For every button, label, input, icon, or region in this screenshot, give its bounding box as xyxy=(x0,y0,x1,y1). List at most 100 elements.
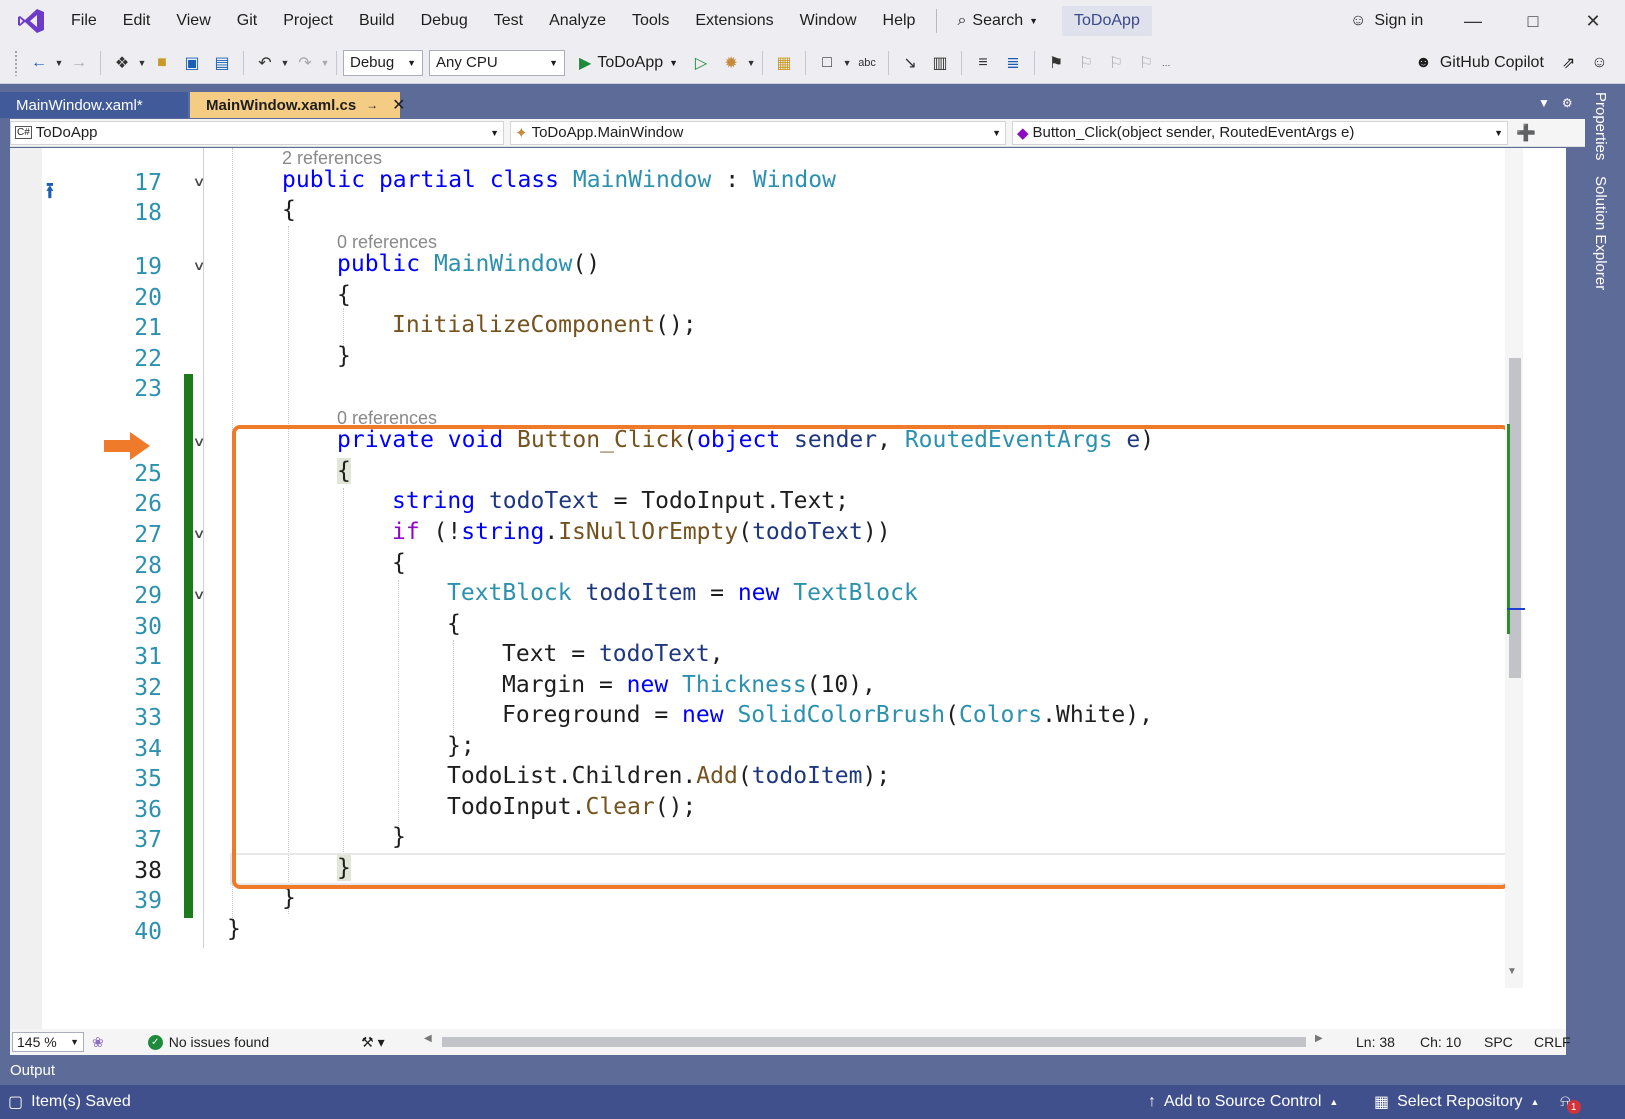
menu-edit[interactable]: Edit xyxy=(110,0,164,42)
output-window-icon[interactable]: ▢ xyxy=(8,1092,23,1112)
solution-explorer-side-tab[interactable]: Solution Explorer xyxy=(1592,176,1609,290)
chevron-down-icon[interactable]: ▼ xyxy=(280,58,290,68)
select-repository-button[interactable]: ▦ Select Repository ▲ xyxy=(1374,1092,1539,1112)
feedback-icon[interactable]: ☺ xyxy=(1591,54,1607,72)
notifications-button[interactable]: ⍾ 1 xyxy=(1560,1090,1581,1114)
undo-icon[interactable]: ↶ xyxy=(252,50,278,76)
github-copilot-button[interactable]: ☻ GitHub Copilot ⇗ ☺ xyxy=(1415,42,1608,84)
settings-gear-icon[interactable]: ⚙ xyxy=(1562,96,1573,110)
intellicode-icon[interactable]: ❀ xyxy=(92,1034,104,1051)
solution-explorer-icon[interactable]: ▦ xyxy=(771,50,797,76)
menu-project[interactable]: Project xyxy=(270,0,346,42)
output-panel-tab[interactable]: Output xyxy=(0,1055,1625,1085)
diagnostics-icon[interactable]: ▥ xyxy=(927,50,953,76)
navigate-forward-icon[interactable]: → xyxy=(66,50,92,76)
menu-analyze[interactable]: Analyze xyxy=(536,0,619,42)
open-folder-icon[interactable]: ■ xyxy=(149,50,175,76)
member-dropdown[interactable]: ◆ Button_Click(object sender, RoutedEven… xyxy=(1012,120,1508,145)
horizontal-scrollbar-thumb[interactable] xyxy=(442,1037,1306,1047)
column-indicator[interactable]: Ch: 10 xyxy=(1420,1034,1461,1050)
comment-lines-icon[interactable]: ≡ xyxy=(970,50,996,76)
menu-build[interactable]: Build xyxy=(346,0,408,42)
solution-configuration-dropdown[interactable]: Debug ▼ xyxy=(343,49,423,76)
chevron-down-icon[interactable]: ▼ xyxy=(746,58,756,68)
indent-mode-indicator[interactable]: SPC xyxy=(1484,1034,1513,1050)
scroll-down-arrow-icon[interactable]: ▼ xyxy=(1507,966,1517,977)
window-layout-icon[interactable]: □ xyxy=(814,50,840,76)
line-indicator[interactable]: Ln: 38 xyxy=(1356,1034,1395,1050)
code-lens-references[interactable]: 2 references xyxy=(282,148,382,169)
collapse-chevron-icon[interactable]: ∨ xyxy=(192,258,217,274)
tab-label: MainWindow.xaml* xyxy=(16,96,143,114)
error-list-indicator[interactable]: ✓ No issues found xyxy=(147,1034,269,1050)
minimize-button[interactable]: — xyxy=(1445,0,1501,42)
close-icon: ✕ xyxy=(1585,10,1601,31)
uncomment-lines-icon[interactable]: ≣ xyxy=(1000,50,1026,76)
menu-debug[interactable]: Debug xyxy=(408,0,481,42)
tab-mainwindow-xaml-cs[interactable]: MainWindow.xaml.cs → ✕ xyxy=(190,92,406,118)
properties-side-tab[interactable]: Properties xyxy=(1592,92,1609,160)
type-dropdown[interactable]: ✦ ToDoApp.MainWindow ▼ xyxy=(510,120,1006,145)
zoom-dropdown[interactable]: 145 % ▼ xyxy=(12,1032,84,1052)
glyph-margin[interactable] xyxy=(10,148,42,1029)
next-bookmark-icon[interactable]: ⚐ xyxy=(1103,50,1129,76)
hot-reload-icon[interactable]: ✹ xyxy=(718,50,744,76)
spell-check-icon[interactable]: abc xyxy=(854,50,880,76)
line-ending-indicator[interactable]: CRLF xyxy=(1534,1034,1571,1050)
menu-tools[interactable]: Tools xyxy=(619,0,682,42)
collapse-chevron-icon[interactable]: ∨ xyxy=(192,587,217,603)
scroll-left-arrow-icon[interactable]: ◀ xyxy=(424,1033,432,1044)
step-into-icon[interactable]: ↘ xyxy=(897,50,923,76)
close-window-button[interactable]: ✕ xyxy=(1565,0,1621,42)
clear-bookmarks-icon[interactable]: ⚐ xyxy=(1133,50,1159,76)
code-cleanup-icon[interactable]: ⚒ ▾ xyxy=(361,1034,384,1051)
bookmark-icon[interactable]: ⚑ xyxy=(1043,50,1069,76)
project-dropdown[interactable]: C# ToDoApp ▼ xyxy=(10,120,504,145)
menu-test[interactable]: Test xyxy=(481,0,536,42)
chevron-down-icon[interactable]: ▼ xyxy=(320,58,330,68)
tab-list-dropdown-icon[interactable]: ▼ xyxy=(1538,96,1550,110)
close-tab-icon[interactable]: ✕ xyxy=(392,95,405,115)
vertical-scrollbar-thumb[interactable] xyxy=(1509,358,1521,678)
menu-file[interactable]: File xyxy=(58,0,110,42)
search-button[interactable]: ⌕ Search ▼ xyxy=(945,0,1050,42)
menu-help[interactable]: Help xyxy=(870,0,929,42)
code-lens-references[interactable]: 0 references xyxy=(337,232,437,253)
code-editor[interactable]: ⭱ 17 18 19 20 21 22 23 25 26 27 28 29 30… xyxy=(10,148,1566,1029)
checkmark-icon: ✓ xyxy=(147,1034,163,1050)
maximize-button[interactable]: □ xyxy=(1505,0,1561,42)
toolbar-overflow-icon[interactable]: … xyxy=(1161,58,1171,68)
share-icon[interactable]: ⇗ xyxy=(1562,53,1575,73)
collapse-chevron-icon[interactable]: ∨ xyxy=(192,174,217,190)
new-project-icon[interactable]: ❖ xyxy=(109,50,135,76)
start-without-debugging-icon[interactable]: ▷ xyxy=(688,50,714,76)
save-icon[interactable]: ▣ xyxy=(179,50,205,76)
solution-platform-dropdown[interactable]: Any CPU ▼ xyxy=(429,49,565,76)
collapse-chevron-icon[interactable]: ∨ xyxy=(192,526,217,542)
sign-in-button[interactable]: ☺ Sign in xyxy=(1350,0,1423,42)
add-to-source-control-button[interactable]: ↑ Add to Source Control ▲ xyxy=(1148,1093,1338,1111)
go-to-base-icon[interactable]: ⭱ xyxy=(46,174,54,212)
split-editor-icon[interactable]: ➕ xyxy=(1516,123,1536,143)
chevron-down-icon: ▼ xyxy=(1494,127,1503,138)
current-statement-arrow-icon xyxy=(104,432,150,460)
menu-view[interactable]: View xyxy=(163,0,223,42)
chevron-down-icon[interactable]: ▼ xyxy=(54,58,64,68)
navigate-back-icon[interactable]: ← xyxy=(26,50,52,76)
menu-window[interactable]: Window xyxy=(787,0,870,42)
save-all-icon[interactable]: ▤ xyxy=(209,50,235,76)
visual-studio-logo-icon[interactable] xyxy=(14,6,48,36)
previous-bookmark-icon[interactable]: ⚐ xyxy=(1073,50,1099,76)
tab-mainwindow-xaml[interactable]: MainWindow.xaml* xyxy=(0,92,188,118)
start-debugging-button[interactable]: ▶ ToDoApp ▼ xyxy=(579,53,678,73)
redo-icon[interactable]: ↷ xyxy=(292,50,318,76)
menu-extensions[interactable]: Extensions xyxy=(682,0,786,42)
configuration-value: Debug xyxy=(350,54,395,71)
toolbar-grip[interactable] xyxy=(14,49,18,76)
chevron-down-icon[interactable]: ▼ xyxy=(842,58,852,68)
scroll-right-arrow-icon[interactable]: ▶ xyxy=(1315,1033,1323,1044)
pin-icon[interactable]: → xyxy=(366,98,378,112)
collapse-chevron-icon[interactable]: ∨ xyxy=(192,434,217,450)
menu-git[interactable]: Git xyxy=(224,0,270,42)
chevron-down-icon[interactable]: ▼ xyxy=(137,58,147,68)
